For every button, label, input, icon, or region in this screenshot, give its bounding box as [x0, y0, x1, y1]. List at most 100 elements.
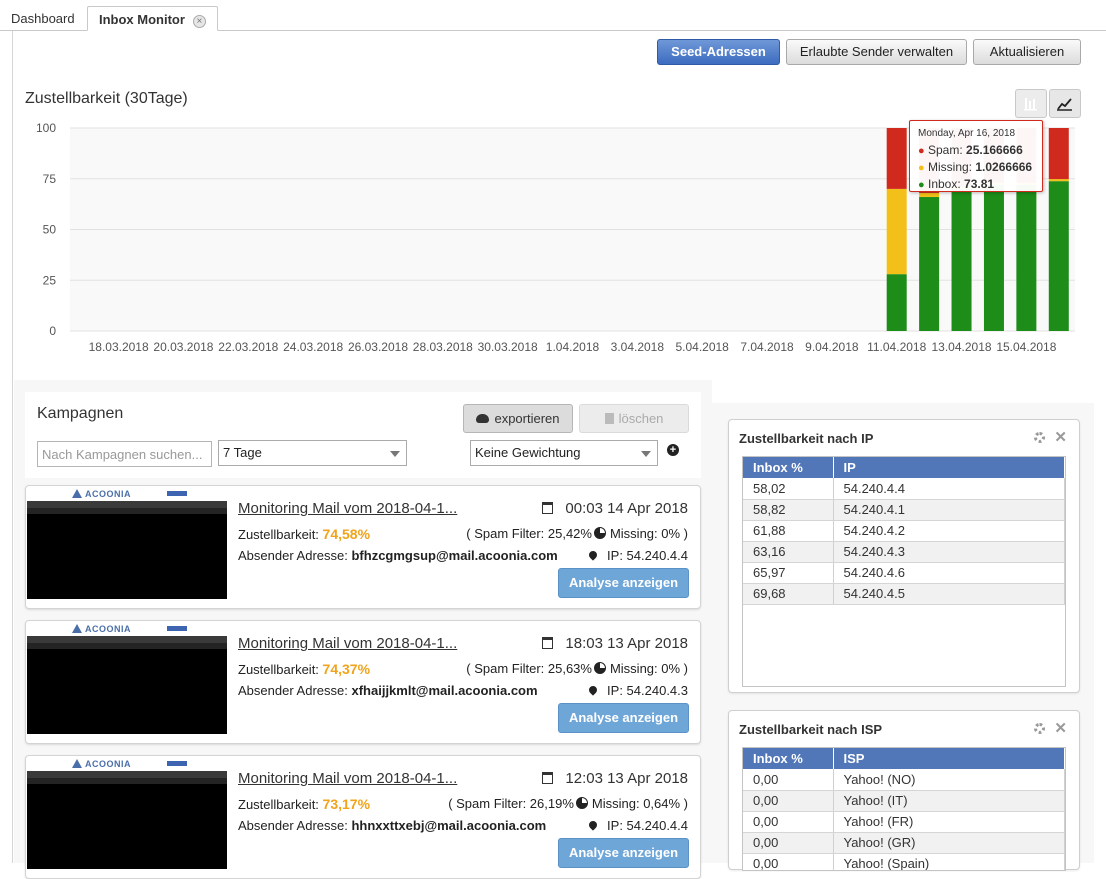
campaign-time: 18:03 13 Apr 2018	[565, 635, 688, 652]
table-row[interactable]: 61,88 54.240.4.2	[743, 520, 1065, 542]
line-chart-icon	[1057, 98, 1072, 111]
ip-cell: 54.240.4.3	[833, 541, 1065, 563]
tab-label: Dashboard	[11, 11, 75, 26]
campaign-time: 00:03 14 Apr 2018	[565, 500, 688, 517]
cloud-download-icon	[476, 414, 490, 423]
show-analysis-button[interactable]: Analyse anzeigen	[558, 838, 689, 868]
inbox-cell: 0,00	[743, 811, 834, 833]
map-marker-icon	[587, 819, 599, 831]
time-range-value: 7 Tage	[223, 445, 262, 460]
chart-tooltip: Monday, Apr 16, 2018 ● Spam: 25.166666 ●…	[909, 120, 1043, 192]
table-row[interactable]: 65,97 54.240.4.6	[743, 562, 1065, 584]
tooltip-missing-value: 1.0266666	[975, 160, 1033, 174]
table-row[interactable]: 58,02 54.240.4.4	[743, 478, 1065, 500]
deliverability-value: 73,17%	[322, 796, 371, 812]
export-button[interactable]: exportieren	[463, 404, 573, 433]
y-tick-label: 75	[43, 172, 57, 186]
table-row[interactable]: 0,00 Yahoo! (NO)	[743, 769, 1065, 791]
y-tick-label: 100	[36, 121, 56, 135]
column-header-isp[interactable]: ISP	[833, 748, 1065, 769]
delete-button[interactable]: löschen	[579, 404, 689, 433]
campaign-title-link[interactable]: Monitoring Mail vom 2018-04-1...	[238, 635, 457, 652]
inbox-cell: 0,00	[743, 853, 834, 870]
table-row[interactable]: 63,16 54.240.4.3	[743, 541, 1065, 563]
deliverability-label: Zustellbarkeit:	[238, 662, 319, 677]
show-analysis-button[interactable]: Analyse anzeigen	[558, 568, 689, 598]
tab-dashboard[interactable]: Dashboard	[0, 6, 86, 31]
show-analysis-button[interactable]: Analyse anzeigen	[558, 703, 689, 733]
bar-missing	[886, 188, 907, 275]
ip-panel-title: Zustellbarkeit nach IP	[739, 431, 874, 446]
time-range-select[interactable]: 7 Tage	[218, 440, 407, 466]
close-icon[interactable]: ✕	[1054, 428, 1067, 446]
close-icon[interactable]: ✕	[1054, 719, 1067, 737]
campaign-search-input[interactable]: Nach Kampagnen suchen...	[37, 441, 212, 467]
ip-table: Inbox % IP 58,02 54.240.4.4 58,82 54.240.4…	[742, 456, 1066, 687]
deliverability-value: 74,37%	[322, 661, 371, 677]
refresh-button[interactable]: Aktualisieren	[973, 39, 1081, 65]
x-tick-label: 7.04.2018	[740, 340, 794, 354]
deliverability-label: Zustellbarkeit:	[238, 527, 319, 542]
spam-filter-text: ( Spam Filter: 25,42%	[466, 526, 592, 541]
isp-cell: Yahoo! (GR)	[833, 832, 1065, 854]
ip-text: IP: 54.240.4.3	[607, 683, 688, 698]
chart-title: Zustellbarkeit (30Tage)	[25, 90, 188, 107]
isp-panel-title: Zustellbarkeit nach ISP	[739, 722, 883, 737]
y-tick-label: 50	[43, 223, 57, 237]
tab-label: Inbox Monitor	[99, 12, 185, 27]
table-row[interactable]: 0,00 Yahoo! (FR)	[743, 811, 1065, 833]
gear-icon[interactable]	[1034, 432, 1045, 443]
ip-cell: 54.240.4.4	[833, 478, 1065, 500]
x-tick-label: 9.04.2018	[805, 340, 859, 354]
plus-circle-icon[interactable]: +	[667, 444, 679, 456]
line-chart-toggle[interactable]	[1049, 89, 1081, 118]
campaign-title-link[interactable]: Monitoring Mail vom 2018-04-1...	[238, 770, 457, 787]
seed-addresses-button[interactable]: Seed-Adressen	[657, 39, 780, 65]
spam-filter-text: ( Spam Filter: 26,19%	[448, 796, 574, 811]
column-header-inbox[interactable]: Inbox %	[743, 457, 834, 478]
chevron-down-icon	[390, 451, 400, 457]
table-row[interactable]: 69,68 54.240.4.5	[743, 583, 1065, 605]
inbox-cell: 0,00	[743, 832, 834, 854]
table-row[interactable]: 0,00 Yahoo! (GR)	[743, 832, 1065, 854]
bar-chart-icon	[1024, 98, 1037, 111]
campaign-date: 12:03 13 Apr 2018	[542, 770, 688, 787]
bar-chart-toggle[interactable]	[1015, 89, 1047, 118]
pie-chart-icon	[575, 797, 588, 809]
sender-address: hhnxxttxebj@mail.acoonia.com	[351, 818, 547, 833]
column-header-inbox[interactable]: Inbox %	[743, 748, 834, 769]
campaign-title-link[interactable]: Monitoring Mail vom 2018-04-1...	[238, 500, 457, 517]
x-tick-label: 20.03.2018	[153, 340, 213, 354]
calendar-icon	[542, 502, 554, 514]
table-row[interactable]: 58,82 54.240.4.1	[743, 499, 1065, 521]
trash-icon	[604, 413, 614, 424]
bar-inbox	[1016, 184, 1037, 331]
kampagnen-title: Kampagnen	[37, 405, 124, 422]
map-marker-icon	[587, 684, 599, 696]
spam-missing-line: ( Spam Filter: 25,42% Missing: 0% )	[466, 526, 688, 541]
campaign-thumbnail[interactable]: ACOONIA	[27, 622, 227, 734]
missing-text: Missing: 0% )	[609, 661, 688, 676]
ip-panel: Zustellbarkeit nach IP ✕ Inbox % IP 58,0…	[728, 419, 1080, 693]
logo-icon	[72, 489, 82, 498]
inbox-cell: 61,88	[743, 520, 834, 542]
bar-inbox	[951, 188, 972, 331]
column-header-ip[interactable]: IP	[833, 457, 1065, 478]
campaign-card: ACOONIA Monitoring Mail vom 2018-04-1...…	[25, 485, 701, 609]
manage-senders-button[interactable]: Erlaubte Sender verwalten	[786, 39, 967, 65]
inbox-cell: 65,97	[743, 562, 834, 584]
isp-cell: Yahoo! (Spain)	[833, 853, 1065, 870]
tab-inbox-monitor[interactable]: Inbox Monitor ×	[87, 6, 218, 31]
weighting-select[interactable]: Keine Gewichtung	[470, 440, 658, 466]
close-icon[interactable]: ×	[192, 15, 206, 28]
tooltip-inbox-label: Inbox:	[928, 177, 961, 191]
sender-label: Absender Adresse:	[238, 548, 348, 563]
gear-icon[interactable]	[1034, 723, 1045, 734]
campaign-thumbnail[interactable]: ACOONIA	[27, 757, 227, 869]
y-tick-label: 25	[43, 273, 57, 287]
isp-cell: Yahoo! (NO)	[833, 769, 1065, 791]
table-row[interactable]: 0,00 Yahoo! (IT)	[743, 790, 1065, 812]
campaign-thumbnail[interactable]: ACOONIA	[27, 487, 227, 599]
table-row[interactable]: 0,00 Yahoo! (Spain)	[743, 853, 1065, 870]
bar-spam	[886, 128, 907, 189]
